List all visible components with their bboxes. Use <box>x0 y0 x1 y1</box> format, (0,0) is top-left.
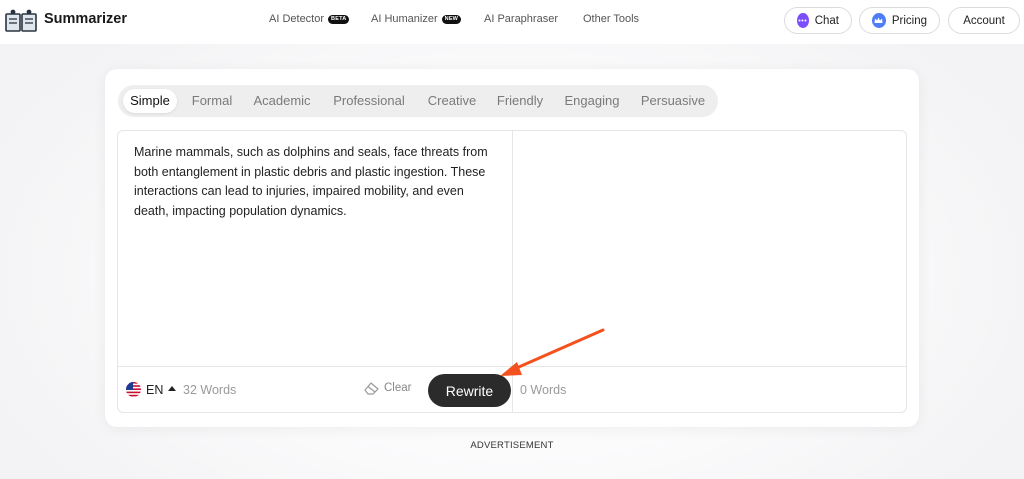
brand-name[interactable]: Summarizer <box>44 11 127 27</box>
tab-academic[interactable]: Academic <box>248 89 316 113</box>
tab-simple[interactable]: Simple <box>123 89 177 113</box>
advertisement-label: ADVERTISEMENT <box>470 440 554 451</box>
input-footer: EN 32 Words Clear Rewrite <box>126 367 511 412</box>
output-word-count: 0 Words <box>520 383 567 397</box>
tab-professional[interactable]: Professional <box>326 89 412 113</box>
logo-icon[interactable] <box>5 8 37 34</box>
chat-icon <box>797 13 809 28</box>
language-selector[interactable]: EN <box>146 383 163 397</box>
top-navbar: Summarizer AI Detector BETA AI Humanizer… <box>0 0 1024 44</box>
beta-badge: BETA <box>328 14 350 24</box>
tab-friendly[interactable]: Friendly <box>491 89 549 113</box>
annotation-arrow-icon <box>500 328 605 376</box>
pricing-button[interactable]: Pricing <box>859 7 940 34</box>
nav-other-tools[interactable]: Other Tools <box>583 13 639 25</box>
clear-button[interactable]: Clear <box>363 381 411 395</box>
chat-button[interactable]: Chat <box>784 7 852 34</box>
nav-label: AI Detector <box>269 13 325 25</box>
tab-persuasive[interactable]: Persuasive <box>635 89 711 113</box>
nav-ai-paraphraser[interactable]: AI Paraphraser <box>484 13 558 25</box>
nav-ai-humanizer[interactable]: AI Humanizer NEW <box>371 13 462 25</box>
clear-label: Clear <box>384 382 412 394</box>
input-word-count: 32 Words <box>183 383 237 397</box>
nav-ai-detector[interactable]: AI Detector BETA <box>269 13 350 25</box>
account-label: Account <box>963 14 1005 27</box>
nav-label: Other Tools <box>583 13 640 25</box>
input-textarea[interactable]: Marine mammals, such as dolphins and sea… <box>134 143 494 221</box>
nav-label: AI Paraphraser <box>484 13 558 25</box>
account-button[interactable]: Account <box>948 7 1020 34</box>
nav-label: AI Humanizer <box>371 13 438 25</box>
caret-up-icon[interactable] <box>168 386 176 391</box>
pricing-label: Pricing <box>891 14 927 27</box>
eraser-icon <box>364 382 379 395</box>
tab-creative[interactable]: Creative <box>422 89 482 113</box>
tab-engaging[interactable]: Engaging <box>559 89 625 113</box>
tone-tabs: Simple Formal Academic Professional Crea… <box>118 85 718 117</box>
us-flag-icon[interactable] <box>126 382 141 397</box>
crown-icon <box>872 13 886 28</box>
chat-label: Chat <box>814 14 839 27</box>
new-badge: NEW <box>441 14 462 24</box>
tab-formal[interactable]: Formal <box>186 89 238 113</box>
